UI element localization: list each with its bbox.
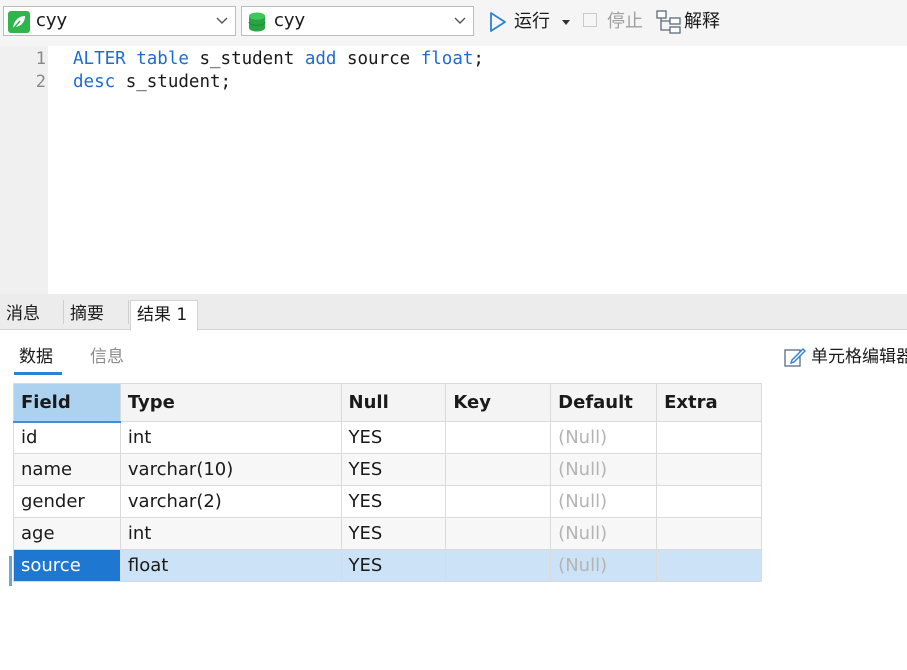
active-tab-indicator (14, 372, 62, 375)
line-number: 1 (35, 49, 46, 69)
grid-cell[interactable]: YES (340, 453, 447, 486)
tab-summary[interactable]: 摘要 (64, 300, 128, 330)
row-indicator (9, 556, 12, 586)
line-number: 2 (35, 72, 46, 92)
grid-cell[interactable]: YES (340, 517, 447, 550)
run-button[interactable]: 运行 (488, 10, 572, 36)
column-header[interactable]: Extra (656, 383, 762, 422)
sql-keyword: desc (73, 72, 116, 92)
grid-cell[interactable] (656, 485, 762, 518)
grid-cell[interactable]: (Null) (550, 485, 658, 518)
result-tabs-bar: 消息 摘要 结果 1 (0, 294, 907, 331)
sql-keyword: table (136, 49, 189, 69)
grid-cell[interactable] (445, 453, 552, 486)
column-header[interactable]: Key (445, 383, 552, 422)
grid-cell[interactable]: YES (340, 421, 447, 454)
grid-cell[interactable]: int (119, 517, 342, 550)
column-header[interactable]: Field (13, 383, 121, 423)
grid-cell[interactable]: (Null) (550, 549, 658, 582)
sql-text: s_student; (115, 72, 232, 92)
grid-cell[interactable]: float (119, 549, 342, 582)
tab-result-1[interactable]: 结果 1 (130, 300, 198, 331)
grid-cell[interactable]: name (13, 453, 121, 486)
grid-cell[interactable] (445, 517, 552, 550)
stop-label: 停止 (607, 11, 643, 32)
grid-cell[interactable] (445, 421, 552, 454)
sql-text: source (336, 49, 421, 69)
sql-keyword: float (420, 49, 474, 69)
database-value: cyy (274, 10, 306, 31)
tab-messages[interactable]: 消息 (0, 300, 62, 330)
stop-icon (583, 13, 597, 27)
column-header[interactable]: Default (550, 383, 658, 422)
sql-keyword: add (304, 49, 337, 69)
database-select[interactable]: cyy (241, 6, 474, 36)
database-icon (248, 12, 266, 32)
table-row[interactable]: gender varchar(2) YES (Null) (13, 485, 762, 518)
grid-cell[interactable]: (Null) (550, 517, 658, 550)
toolbar: cyy cyy 运行 停止 解释 (0, 0, 907, 46)
table-row[interactable]: id int YES (Null) (13, 421, 762, 454)
subtab-data[interactable]: 数据 (14, 345, 58, 369)
sql-text: s_student (188, 49, 305, 69)
column-header[interactable]: Null (340, 383, 447, 422)
sql-keyword: ALTER (73, 49, 126, 69)
sql-editor[interactable]: 1 2 ALTER table s_student add source flo… (0, 46, 907, 294)
grid-cell[interactable] (656, 421, 762, 454)
result-grid: Field Type Null Key Default Extra id int… (13, 383, 762, 582)
line-number-gutter: 1 2 (0, 46, 48, 294)
connection-select[interactable]: cyy (3, 6, 236, 36)
cell-editor-label: 单元格编辑器 (811, 347, 907, 367)
chevron-down-icon (216, 17, 228, 24)
grid-cell-focused[interactable]: source (13, 549, 121, 582)
tab-divider (128, 300, 129, 324)
subtab-info[interactable]: 信息 (90, 345, 124, 369)
grid-cell[interactable]: age (13, 517, 121, 550)
run-label: 运行 (514, 11, 550, 32)
connection-leaf-icon (8, 11, 30, 33)
grid-cell[interactable]: (Null) (550, 421, 658, 454)
grid-header-row: Field Type Null Key Default Extra (13, 383, 762, 423)
grid-cell[interactable]: varchar(10) (119, 453, 342, 486)
table-row[interactable]: age int YES (Null) (13, 517, 762, 550)
grid-cell[interactable] (445, 549, 552, 582)
grid-cell[interactable] (656, 453, 762, 486)
explain-button[interactable]: 解释 (656, 9, 736, 35)
connection-value: cyy (36, 10, 68, 31)
sql-text: ; (473, 49, 484, 69)
code-line[interactable]: desc s_student; (73, 71, 231, 93)
grid-cell[interactable]: (Null) (550, 453, 658, 486)
explain-icon (656, 10, 681, 34)
grid-cell[interactable]: int (119, 421, 342, 454)
explain-label: 解释 (684, 11, 720, 32)
cell-editor-button[interactable]: 单元格编辑器 (783, 345, 907, 371)
play-icon (490, 12, 506, 32)
chevron-down-icon (454, 17, 466, 24)
table-row-selected[interactable]: source float YES (Null) (13, 549, 762, 582)
grid-cell[interactable] (656, 549, 762, 582)
dropdown-arrow-icon[interactable] (562, 20, 570, 25)
grid-cell[interactable]: id (13, 421, 121, 454)
grid-cell[interactable] (445, 485, 552, 518)
grid-cell[interactable]: YES (340, 549, 447, 582)
table-row[interactable]: name varchar(10) YES (Null) (13, 453, 762, 486)
grid-cell[interactable]: varchar(2) (119, 485, 342, 518)
code-line[interactable]: ALTER table s_student add source float; (73, 48, 484, 70)
edit-pencil-icon (784, 348, 806, 367)
column-header[interactable]: Type (119, 383, 342, 422)
grid-cell[interactable]: YES (340, 485, 447, 518)
grid-cell[interactable]: gender (13, 485, 121, 518)
stop-button[interactable]: 停止 (583, 10, 647, 36)
grid-cell[interactable] (656, 517, 762, 550)
